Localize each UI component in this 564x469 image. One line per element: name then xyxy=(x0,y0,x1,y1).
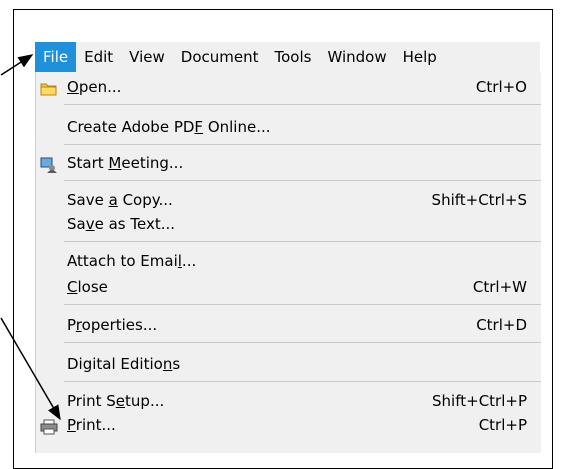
arrow-to-file-menu xyxy=(0,54,34,76)
arrow-to-print xyxy=(0,317,61,421)
callout-arrows xyxy=(0,54,61,421)
